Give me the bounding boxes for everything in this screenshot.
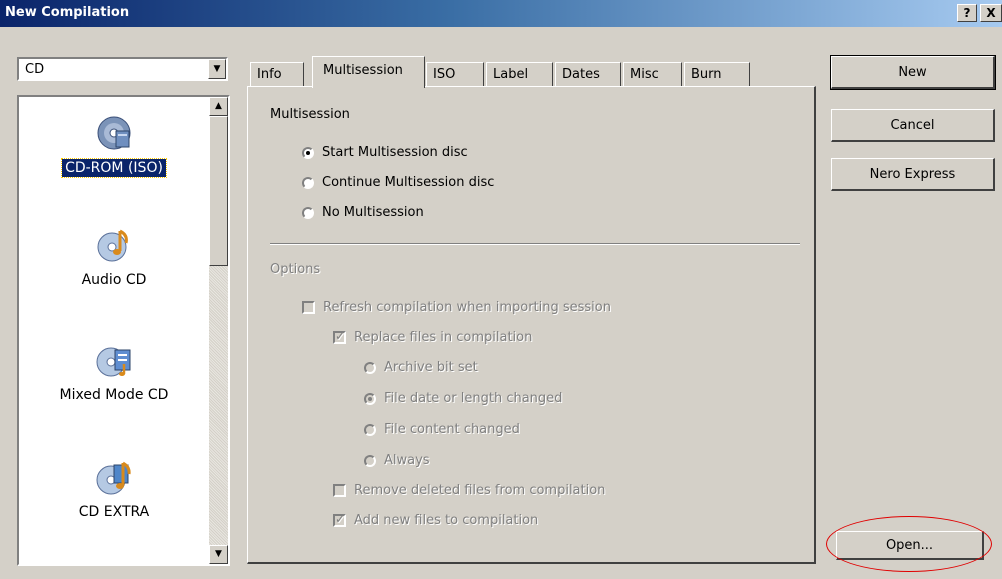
tab-info[interactable]: Info xyxy=(250,62,304,86)
list-item-mixed-mode-cd[interactable]: Mixed Mode CD xyxy=(19,342,209,404)
chevron-down-icon[interactable]: ▼ xyxy=(208,59,226,79)
radio-start-multisession[interactable]: Start Multisession disc xyxy=(302,145,468,160)
checkbox-remove-deleted[interactable]: Remove deleted files from compilation xyxy=(333,483,605,498)
scroll-down-icon[interactable]: ▼ xyxy=(209,545,228,564)
cd-rom-iso-icon xyxy=(96,115,132,151)
close-button[interactable]: X xyxy=(980,4,1002,22)
list-item-label: CD EXTRA xyxy=(78,504,150,520)
tab-label: Dates xyxy=(562,67,600,82)
compilation-type-list[interactable]: CD-ROM (ISO) Audio CD Mixed Mode CD CD E… xyxy=(17,95,230,566)
nero-express-button[interactable]: Nero Express xyxy=(831,158,995,191)
options-heading: Options xyxy=(270,262,321,277)
multisession-heading: Multisession xyxy=(270,107,350,122)
tab-label: ISO xyxy=(433,67,456,82)
checkbox[interactable] xyxy=(333,484,346,497)
checkbox-refresh-compilation[interactable]: Refresh compilation when importing sessi… xyxy=(302,300,611,315)
section-divider xyxy=(270,243,800,245)
open-button[interactable]: Open... xyxy=(836,531,984,560)
radio-label: No Multisession xyxy=(322,205,424,220)
disc-type-combobox[interactable]: CD ▼ xyxy=(17,57,228,81)
tab-multisession[interactable]: Multisession xyxy=(312,56,425,88)
radio-button[interactable] xyxy=(364,454,376,467)
new-button[interactable]: New xyxy=(830,55,996,90)
radio-no-multisession[interactable]: No Multisession xyxy=(302,205,424,220)
list-item-label: Mixed Mode CD xyxy=(59,387,169,403)
checkbox-label: Replace files in compilation xyxy=(354,330,533,345)
radio-file-content-changed[interactable]: File content changed xyxy=(364,422,520,437)
title-bar: New Compilation ? X xyxy=(0,0,1002,27)
checkbox-label: Add new files to compilation xyxy=(354,513,539,528)
checkbox-replace-files[interactable]: Replace files in compilation xyxy=(333,329,533,345)
mixed-mode-cd-icon xyxy=(96,342,132,378)
tab-dates[interactable]: Dates xyxy=(555,62,621,86)
tab-label: Info xyxy=(257,67,282,82)
radio-label: File date or length changed xyxy=(384,391,563,406)
radio-label: Archive bit set xyxy=(384,360,478,375)
cancel-button[interactable]: Cancel xyxy=(831,109,995,142)
list-item-cd-extra[interactable]: CD EXTRA xyxy=(19,459,209,521)
tab-burn[interactable]: Burn xyxy=(684,62,750,86)
list-item-cd-rom-iso[interactable]: CD-ROM (ISO) xyxy=(19,115,209,178)
radio-archive-bit-set[interactable]: Archive bit set xyxy=(364,360,478,375)
scroll-thumb[interactable] xyxy=(209,116,228,266)
tab-iso[interactable]: ISO xyxy=(426,62,484,86)
list-item-label: CD-ROM (ISO) xyxy=(61,158,167,178)
window-title: New Compilation xyxy=(5,5,130,20)
tab-label: Burn xyxy=(691,67,722,82)
list-scrollbar[interactable]: ▲ ▼ xyxy=(209,97,228,564)
radio-button[interactable] xyxy=(302,146,314,159)
radio-button[interactable] xyxy=(364,361,376,374)
radio-file-date-changed[interactable]: File date or length changed xyxy=(364,391,562,406)
audio-cd-icon xyxy=(96,227,132,263)
radio-button[interactable] xyxy=(302,176,314,189)
checkbox[interactable] xyxy=(302,301,315,314)
radio-button[interactable] xyxy=(364,423,376,436)
disc-type-value: CD xyxy=(25,62,45,77)
list-item-audio-cd[interactable]: Audio CD xyxy=(19,227,209,289)
tab-misc[interactable]: Misc xyxy=(623,62,682,86)
tab-label[interactable]: Label xyxy=(486,62,553,86)
radio-label: Always xyxy=(384,453,430,468)
checkbox-label: Refresh compilation when importing sessi… xyxy=(323,300,611,315)
radio-button[interactable] xyxy=(302,206,314,219)
radio-label: Continue Multisession disc xyxy=(322,175,495,190)
scroll-up-icon[interactable]: ▲ xyxy=(209,97,228,116)
checkbox[interactable] xyxy=(333,512,346,527)
radio-button[interactable] xyxy=(364,392,376,405)
checkbox-label: Remove deleted files from compilation xyxy=(354,483,606,498)
list-item-label: Audio CD xyxy=(81,272,147,288)
help-button[interactable]: ? xyxy=(957,4,977,22)
radio-always[interactable]: Always xyxy=(364,453,430,468)
tab-label: Multisession xyxy=(323,63,403,78)
cd-extra-icon xyxy=(96,459,132,495)
radio-continue-multisession[interactable]: Continue Multisession disc xyxy=(302,175,494,190)
radio-label: Start Multisession disc xyxy=(322,145,468,160)
tab-label: Label xyxy=(493,67,529,82)
radio-label: File content changed xyxy=(384,422,520,437)
checkbox-add-new-files[interactable]: Add new files to compilation xyxy=(333,512,539,528)
checkbox[interactable] xyxy=(333,329,346,344)
tab-label: Misc xyxy=(630,67,659,82)
